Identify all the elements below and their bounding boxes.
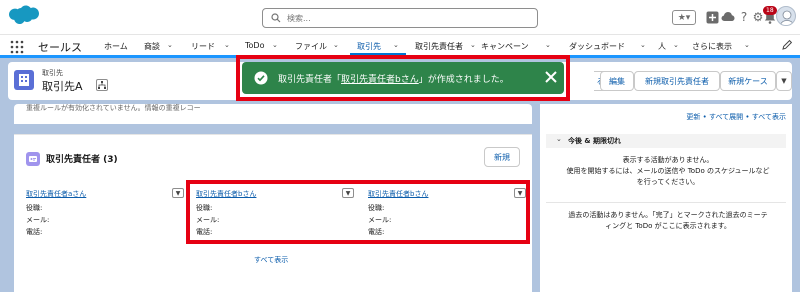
close-icon[interactable] [544, 70, 558, 84]
past-activity-text: ィングと ToDo がここに表示されます。 [605, 222, 731, 230]
activity-links[interactable]: 更新 • すべて展開 • すべて表示 [686, 112, 786, 122]
favorites-star-icon[interactable]: ★▾ [672, 10, 696, 25]
view-all-link[interactable]: すべて表示 [254, 255, 288, 265]
chevron-down-icon[interactable]: ⌄ [333, 41, 339, 49]
trailhead-cloud-icon[interactable] [720, 9, 736, 25]
user-avatar[interactable] [776, 6, 796, 26]
new-contact-button[interactable]: 新規取引先責任者 [634, 71, 720, 91]
chevron-down-icon[interactable]: ⌄ [744, 41, 750, 49]
app-name: セールス [38, 41, 82, 54]
notification-count-badge: 18 [763, 6, 777, 15]
chevron-down-icon[interactable]: ⌄ [272, 41, 278, 49]
activity-panel: 更新 • すべて展開 • すべて表示 ⌄ 今後 & 期限切れ 表示する活動があり… [540, 104, 792, 292]
search-icon [271, 13, 281, 23]
related-list-title[interactable]: 取引先責任者 (3) [46, 152, 118, 165]
empty-activity-text: 表示する活動がありません。 [622, 156, 714, 164]
chevron-down-icon[interactable]: ⌄ [393, 41, 399, 49]
duplicate-rule-message: 重複ルールが有効化されていません。情報の重複レコー [26, 104, 201, 112]
toast-message: 取引先責任者「取引先責任者bさん」が作成されました。 [278, 72, 509, 85]
object-type-label: 取引先 [42, 69, 63, 77]
more-actions-chevron-icon[interactable]: ▼ [776, 71, 792, 91]
new-contacts-highlight-frame [186, 180, 530, 244]
nav-item-todo[interactable]: ToDo [245, 41, 264, 50]
nav-item-more[interactable]: さらに表示 [692, 41, 732, 52]
edit-nav-pencil-icon[interactable] [781, 39, 793, 51]
toast-record-link[interactable]: 取引先責任者bさん [341, 75, 419, 85]
upcoming-overdue-section[interactable]: ⌄ 今後 & 期限切れ [546, 134, 786, 148]
nav-item-files[interactable]: ファイル [295, 41, 327, 52]
field-label-phone: 電話: [26, 228, 43, 236]
chevron-down-icon[interactable]: ⌄ [545, 41, 551, 49]
search-placeholder: 検索... [287, 14, 311, 23]
chevron-down-icon[interactable]: ⌄ [167, 41, 173, 49]
new-case-button[interactable]: 新規ケース [720, 71, 776, 91]
nav-item-home[interactable]: ホーム [104, 41, 128, 52]
row-action-chevron-icon[interactable]: ▼ [172, 188, 184, 198]
account-object-icon [14, 70, 34, 90]
new-contact-related-button[interactable]: 新規 [484, 147, 520, 167]
app-launcher-icon[interactable] [10, 40, 24, 54]
record-title: 取引先A [42, 80, 83, 93]
empty-activity-text: 使用を開始するには、メールの送信や ToDo のスケジュールなど [566, 167, 770, 175]
hierarchy-icon[interactable] [96, 79, 108, 91]
nav-item-accounts[interactable]: 取引先 [357, 41, 381, 52]
nav-item-contacts[interactable]: 取引先責任者 [415, 41, 463, 52]
toast-prefix: 取引先責任者「 [278, 75, 342, 85]
nav-item-leads[interactable]: リード [191, 41, 215, 52]
salesforce-logo-icon[interactable] [8, 4, 40, 28]
nav-item-campaigns[interactable]: キャンペーン [481, 41, 529, 52]
nav-item-opportunities[interactable]: 商談 [144, 41, 160, 52]
success-toast: 取引先責任者「取引先責任者bさん」が作成されました。 [242, 62, 564, 94]
global-search[interactable]: 検索... [262, 8, 538, 28]
chevron-down-icon[interactable]: ⌄ [224, 41, 230, 49]
empty-activity-text: を行ってください。 [636, 178, 700, 186]
field-label-title: 役職: [26, 204, 43, 212]
toast-suffix: 」が作成されました。 [418, 75, 509, 85]
chevron-down-icon[interactable]: ⌄ [640, 41, 646, 49]
next-card [14, 280, 532, 292]
past-activity-text: 過去の活動はありません。「完了」とマークされた過去のミーテ [568, 211, 768, 219]
chevron-down-icon[interactable]: ⌄ [673, 41, 679, 49]
field-label-email: メール: [26, 216, 50, 224]
nav-item-people[interactable]: 人 [658, 41, 666, 52]
global-actions-plus-icon[interactable] [704, 9, 720, 25]
contact-object-icon [26, 152, 40, 166]
chevron-down-icon: ⌄ [556, 135, 562, 143]
nav-item-dashboards[interactable]: ダッシュボード [569, 41, 625, 52]
divider [546, 202, 786, 203]
global-header: 検索... ★▾ ? ⚙ 18 [0, 0, 800, 34]
edit-button[interactable]: 編集 [600, 71, 634, 91]
success-check-icon [254, 71, 268, 85]
chevron-down-icon[interactable]: ⌄ [470, 41, 476, 49]
section-title: 今後 & 期限切れ [568, 137, 621, 145]
card-divider [14, 124, 532, 134]
contact-name-link[interactable]: 取引先責任者aさん [26, 189, 86, 199]
